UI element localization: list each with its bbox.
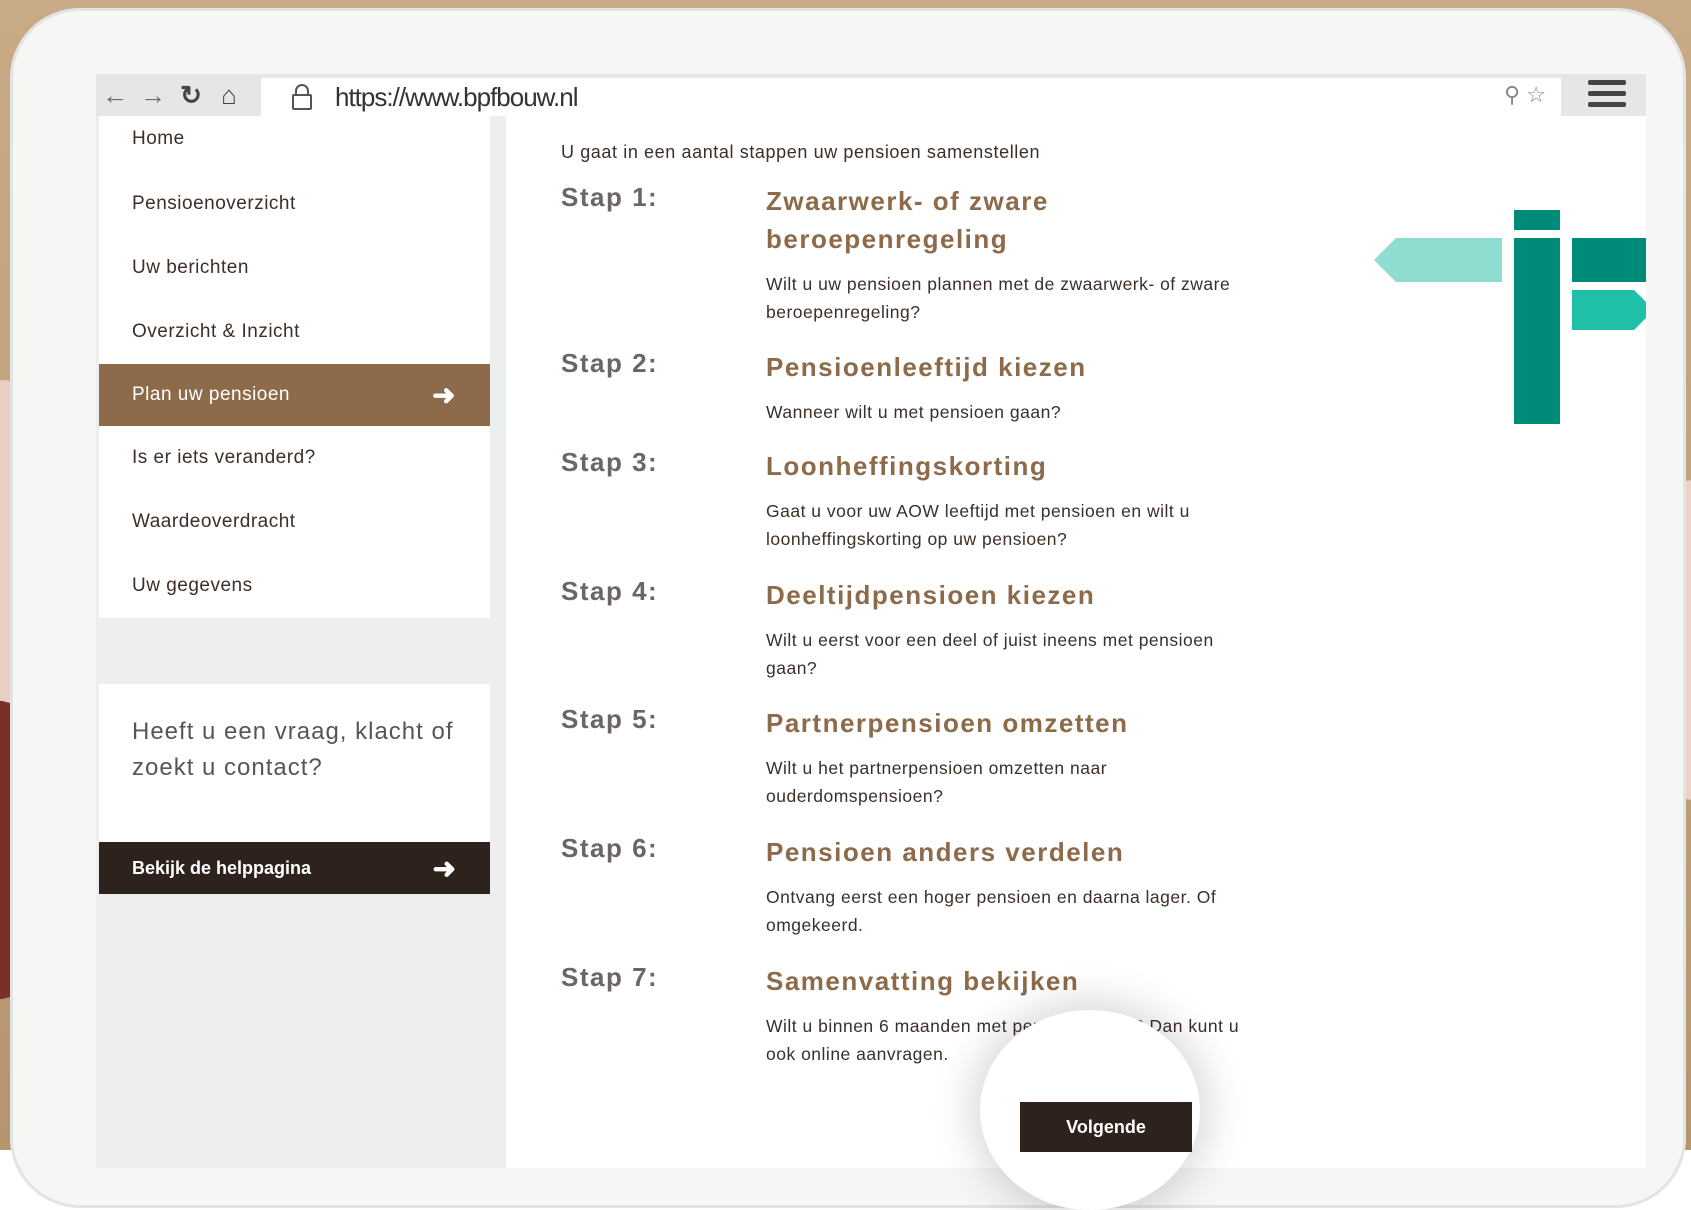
step-description: Wanneer wilt u met pensioen gaan?: [766, 402, 1062, 422]
back-arrow-icon[interactable]: ←: [96, 74, 134, 116]
step-title[interactable]: Loonheffingskorting: [766, 447, 1246, 485]
step-title[interactable]: Zwaarwerk- of zware beroepenregeling: [766, 182, 1246, 258]
sidebar-item-gegevens[interactable]: Uw gegevens: [99, 554, 490, 618]
next-button[interactable]: Volgende: [1020, 1102, 1192, 1152]
help-text: Heeft u een vraag, klacht of zoekt u con…: [132, 718, 454, 781]
forward-arrow-icon[interactable]: →: [134, 74, 172, 116]
step-number: Stap 4:: [561, 576, 659, 606]
sidebar-item-label: Overzicht & Inzicht: [132, 321, 300, 342]
step-number: Stap 6:: [561, 833, 659, 863]
sidebar-item-berichten[interactable]: Uw berichten: [99, 236, 490, 300]
step-description: Ontvang eerst een hoger pensioen en daar…: [766, 887, 1217, 935]
step-number: Stap 5:: [561, 704, 659, 734]
help-page-button[interactable]: Bekijk de helppagina ➜: [99, 842, 490, 894]
arrow-right-icon: ➜: [432, 852, 456, 884]
tablet-frame: ← → ↻ ⌂ https://www.bpfbouw.nl ⚲ ☆ Home …: [10, 8, 1686, 1208]
sidebar-item-waardeoverdracht[interactable]: Waardeoverdracht: [99, 490, 490, 554]
step-title[interactable]: Samenvatting bekijken: [766, 962, 1246, 1000]
next-button-label: Volgende: [1066, 1116, 1146, 1137]
browser-toolbar: ← → ↻ ⌂ https://www.bpfbouw.nl ⚲ ☆: [96, 74, 1646, 116]
sidebar-item-label: Is er iets veranderd?: [132, 447, 316, 468]
arrow-right-icon: ➜: [432, 379, 456, 411]
sidebar-item-label: Uw berichten: [132, 257, 249, 278]
step-title[interactable]: Pensioenleeftijd kiezen: [766, 348, 1246, 386]
address-bar[interactable]: https://www.bpfbouw.nl: [261, 78, 1561, 116]
sidebar-item-home[interactable]: Home: [99, 116, 490, 172]
sidebar: Home Pensioenoverzicht Uw berichten Over…: [96, 116, 506, 1168]
intro-text: U gaat in een aantal stappen uw pensioen…: [561, 142, 1041, 162]
sidebar-item-overzicht-inzicht[interactable]: Overzicht & Inzicht: [99, 300, 490, 364]
sidebar-item-plan-pensioen[interactable]: Plan uw pensioen ➜: [99, 364, 490, 426]
step-number: Stap 2:: [561, 348, 659, 378]
help-button-label: Bekijk de helppagina: [132, 857, 312, 878]
step-title[interactable]: Pensioen anders verdelen: [766, 833, 1246, 871]
sidebar-item-label: Waardeoverdracht: [132, 511, 296, 532]
sidebar-menu: Home Pensioenoverzicht Uw berichten Over…: [99, 116, 490, 618]
tablet-screen: ← → ↻ ⌂ https://www.bpfbouw.nl ⚲ ☆ Home …: [96, 74, 1646, 1168]
url-text: https://www.bpfbouw.nl: [335, 81, 578, 112]
step-title[interactable]: Deeltijdpensioen kiezen: [766, 576, 1246, 614]
sidebar-item-iets-veranderd[interactable]: Is er iets veranderd?: [99, 426, 490, 490]
star-icon[interactable]: ☆: [1526, 82, 1546, 107]
zoom-icon[interactable]: ⚲: [1504, 82, 1520, 107]
hamburger-menu-icon[interactable]: [1588, 80, 1626, 110]
help-box: Heeft u een vraag, klacht of zoekt u con…: [99, 684, 490, 842]
step-description: Wilt u uw pensioen plannen met de zwaarw…: [766, 274, 1231, 322]
step-number: Stap 1:: [561, 182, 659, 212]
step-title[interactable]: Partnerpensioen omzetten: [766, 704, 1246, 742]
signpost-illustration: [1374, 210, 1646, 424]
step-number: Stap 7:: [561, 962, 659, 992]
step-number: Stap 3:: [561, 447, 659, 477]
step-description: Wilt u het partnerpensioen omzetten naar…: [766, 758, 1108, 806]
sidebar-item-pensioenoverzicht[interactable]: Pensioenoverzicht: [99, 172, 490, 236]
reload-icon[interactable]: ↻: [172, 74, 210, 116]
home-icon[interactable]: ⌂: [210, 74, 248, 116]
step-description: Gaat u voor uw AOW leeftijd met pensioen…: [766, 501, 1190, 549]
sidebar-item-label: Uw gegevens: [132, 575, 253, 596]
sidebar-item-label: Pensioenoverzicht: [132, 193, 296, 214]
lock-icon: [291, 84, 313, 110]
sidebar-item-label: Plan uw pensioen: [132, 384, 290, 405]
sidebar-item-label: Home: [132, 128, 185, 149]
step-description: Wilt u eerst voor een deel of juist inee…: [766, 630, 1214, 678]
